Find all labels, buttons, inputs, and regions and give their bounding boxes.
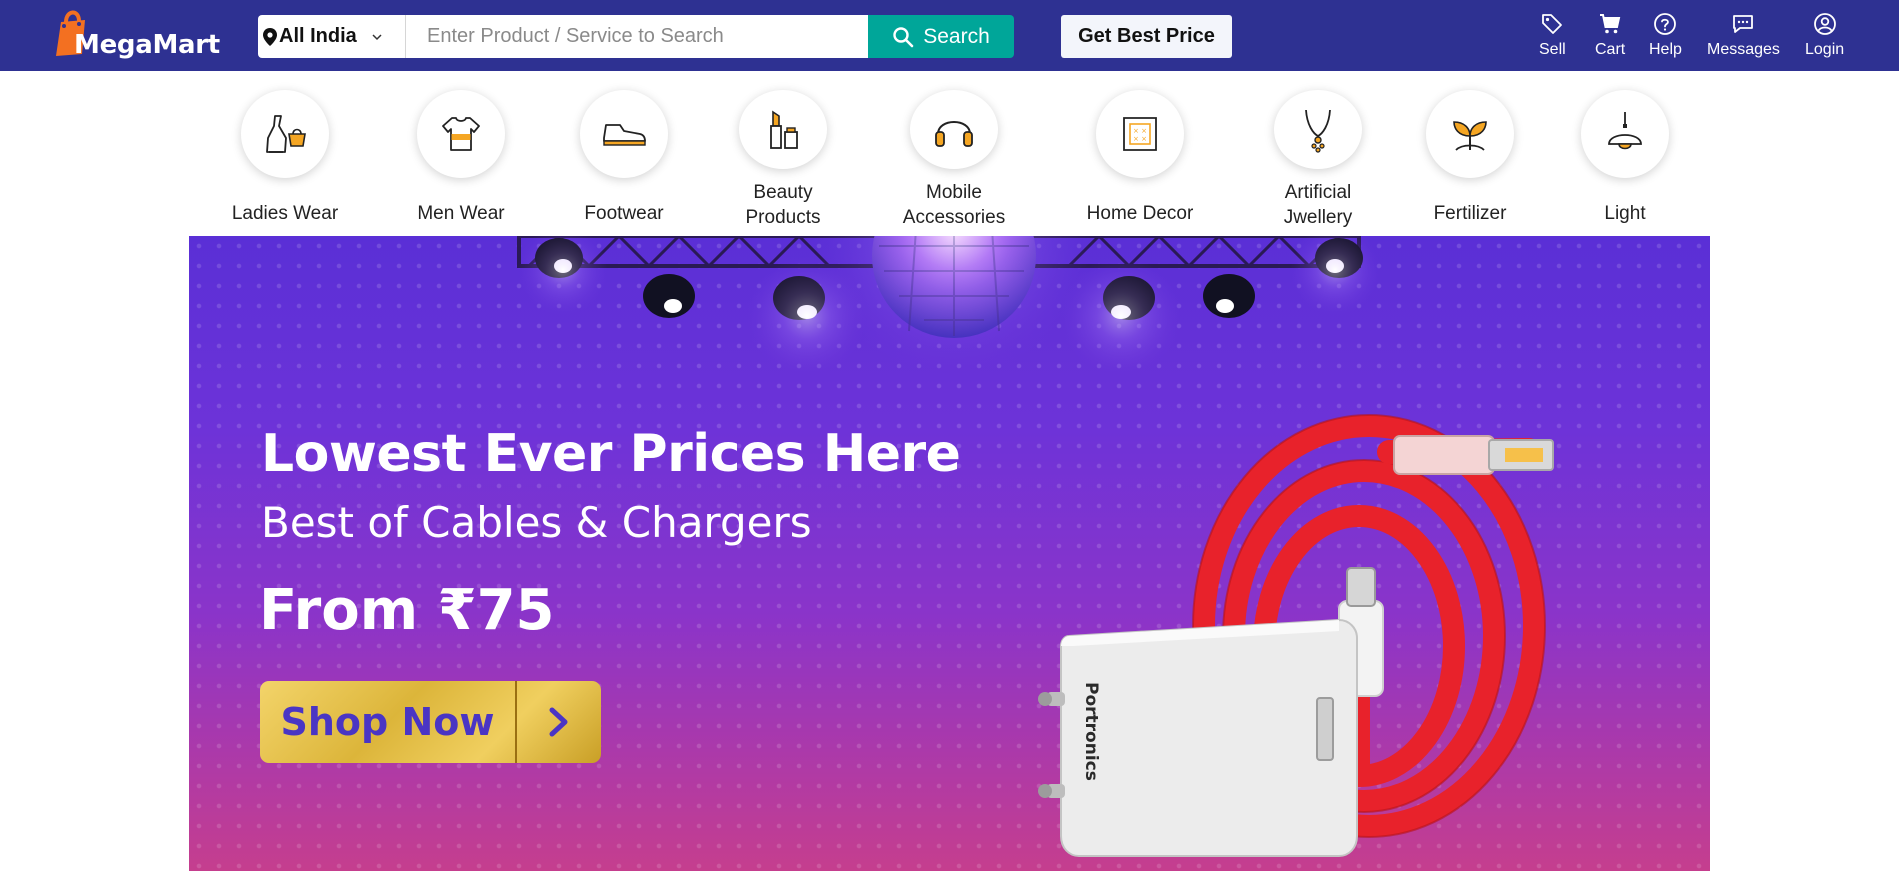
- nav-sell[interactable]: Sell: [1539, 12, 1566, 64]
- search-button-label: Search: [923, 24, 990, 48]
- category-men-wear[interactable]: Men Wear: [391, 90, 531, 230]
- category-icon-circle: [417, 90, 505, 178]
- category-label: Light: [1604, 203, 1646, 224]
- category-icon-circle: [739, 90, 827, 169]
- svg-text:× ×: × ×: [1133, 127, 1147, 135]
- category-home-decor[interactable]: × × × × Home Decor: [1070, 90, 1210, 230]
- cushion-icon: × × × ×: [1123, 117, 1157, 151]
- cart-icon: [1600, 14, 1621, 34]
- category-icon-circle: × × × ×: [1096, 90, 1184, 178]
- category-label: Ladies Wear: [231, 203, 339, 224]
- top-header: MegaMart All India Search Get Best Price…: [0, 0, 1899, 71]
- location-label: All India: [279, 25, 357, 47]
- get-best-price-button[interactable]: Get Best Price: [1061, 15, 1232, 58]
- category-label: Mobile Accessories: [902, 182, 1006, 228]
- plant-icon: [1453, 121, 1487, 151]
- category-fertilizer[interactable]: Fertilizer: [1400, 90, 1540, 230]
- category-label: Men Wear: [417, 203, 505, 224]
- category-artificial-jwellery[interactable]: Artificial Jwellery: [1248, 90, 1388, 230]
- lipstick-icon: [770, 110, 798, 149]
- nav-messages-label: Messages: [1707, 41, 1780, 58]
- cable-charger-product-image: [1038, 414, 1554, 857]
- search-icon: [893, 26, 914, 47]
- location-selector[interactable]: All India: [258, 15, 406, 58]
- category-icon-circle: [1274, 90, 1362, 169]
- brand-name: MegaMart: [74, 30, 220, 60]
- category-label: Fertilizer: [1433, 203, 1507, 224]
- category-ladies-wear[interactable]: Ladies Wear: [215, 90, 355, 230]
- shoe-icon: [603, 124, 646, 146]
- category-footwear[interactable]: Footwear: [554, 90, 694, 230]
- help-icon: [1654, 13, 1677, 35]
- nav-help[interactable]: Help: [1649, 12, 1682, 64]
- category-beauty-products[interactable]: Beauty Products: [713, 90, 853, 230]
- category-label: Home Decor: [1086, 203, 1194, 224]
- nav-login[interactable]: Login: [1805, 12, 1844, 64]
- tshirt-icon: [442, 117, 480, 151]
- category-label: Artificial Jwellery: [1283, 182, 1353, 228]
- chevron-down-icon: [372, 33, 382, 40]
- necklace-icon: [1305, 109, 1331, 153]
- category-icon-circle: [910, 90, 998, 169]
- promo-banner[interactable]: Lowest Ever Prices Here Best of Cables &…: [189, 236, 1710, 871]
- category-icon-circle: [1581, 90, 1669, 178]
- category-icon-circle: [580, 90, 668, 178]
- lamp-icon: [1608, 112, 1642, 150]
- svg-text:× ×: × ×: [1133, 135, 1147, 143]
- location-pin-icon: [263, 27, 277, 46]
- search-button[interactable]: Search: [868, 15, 1014, 58]
- user-icon: [1813, 13, 1836, 35]
- nav-sell-label: Sell: [1539, 41, 1566, 58]
- charger-brand-label: Portronics: [1081, 682, 1101, 781]
- nav-login-label: Login: [1805, 41, 1845, 58]
- category-mobile-accessories[interactable]: Mobile Accessories: [884, 90, 1024, 230]
- nav-cart-label: Cart: [1595, 41, 1626, 58]
- message-icon: [1733, 15, 1754, 33]
- nav-help-label: Help: [1649, 41, 1682, 58]
- search-input[interactable]: [406, 15, 868, 58]
- category-label: Beauty Products: [745, 182, 821, 228]
- category-light[interactable]: Light: [1555, 90, 1695, 230]
- tag-icon: [1542, 14, 1563, 34]
- category-icon-circle: [241, 90, 329, 178]
- headphones-icon: [935, 120, 973, 147]
- category-label: Footwear: [584, 203, 664, 224]
- nav-cart[interactable]: Cart: [1595, 12, 1625, 64]
- category-icon-circle: [1426, 90, 1514, 178]
- nav-messages[interactable]: Messages: [1707, 12, 1780, 64]
- dress-icon: [266, 115, 306, 153]
